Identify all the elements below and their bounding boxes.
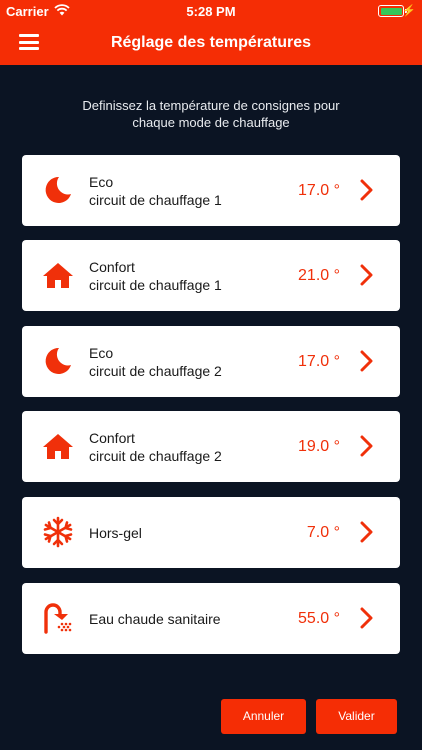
mode-name: Confort: [89, 429, 135, 446]
mode-item-eco-1[interactable]: Eco circuit de chauffage 1 17.0 °: [22, 155, 400, 226]
mode-item-eco-2[interactable]: Eco circuit de chauffage 2 17.0 °: [22, 326, 400, 397]
battery-icon: [378, 5, 407, 17]
mode-item-confort-1[interactable]: Confort circuit de chauffage 1 21.0 °: [22, 240, 400, 311]
moon-icon: [45, 176, 71, 203]
chevron-right-icon: [360, 179, 373, 201]
mode-temperature: 55.0 °: [298, 610, 340, 627]
mode-name: Hors-gel: [89, 524, 142, 541]
mode-temperature: 19.0 °: [298, 438, 340, 455]
mode-item-hors-gel[interactable]: Hors-gel 7.0 °: [22, 497, 400, 568]
mode-temperature: 17.0 °: [298, 182, 340, 199]
mode-temperature: 7.0 °: [306, 524, 340, 541]
cancel-button[interactable]: Annuler: [221, 699, 306, 734]
chevron-right-icon: [360, 521, 373, 543]
mode-circuit: circuit de chauffage 2: [89, 447, 222, 464]
home-icon: [43, 263, 73, 288]
intro-text: Definissez la température de consignes p…: [40, 97, 382, 131]
chevron-right-icon: [360, 435, 373, 457]
mode-circuit: circuit de chauffage 1: [89, 191, 222, 208]
home-icon: [43, 434, 73, 459]
validate-button[interactable]: Valider: [316, 699, 397, 734]
mode-name: Confort: [89, 258, 135, 275]
chevron-right-icon: [360, 350, 373, 372]
charging-icon: ⚡: [402, 5, 416, 17]
mode-circuit: circuit de chauffage 2: [89, 362, 222, 379]
clock: 5:28 PM: [186, 4, 236, 19]
intro-line-1: Definissez la température de consignes p…: [82, 98, 340, 113]
chevron-right-icon: [360, 264, 373, 286]
mode-circuit: circuit de chauffage 1: [89, 276, 222, 293]
intro-line-2: chaque mode de chauffage: [132, 115, 290, 130]
snowflake-icon: [43, 516, 73, 548]
mode-temperature: 21.0 °: [298, 267, 340, 284]
mode-item-confort-2[interactable]: Confort circuit de chauffage 2 19.0 °: [22, 411, 400, 482]
mode-item-eau-chaude[interactable]: Eau chaude sanitaire 55.0 °: [22, 583, 400, 654]
mode-name: Eco: [89, 344, 114, 361]
chevron-right-icon: [360, 607, 373, 629]
moon-icon: [45, 347, 71, 374]
mode-name: Eau chaude sanitaire: [89, 610, 221, 627]
mode-temperature: 17.0 °: [298, 353, 340, 370]
status-bar: Carrier 5:28 PM ⚡: [0, 0, 422, 22]
page-title: Réglage des températures: [110, 34, 312, 51]
shower-icon: [44, 603, 72, 634]
mode-name: Eco: [89, 173, 114, 190]
